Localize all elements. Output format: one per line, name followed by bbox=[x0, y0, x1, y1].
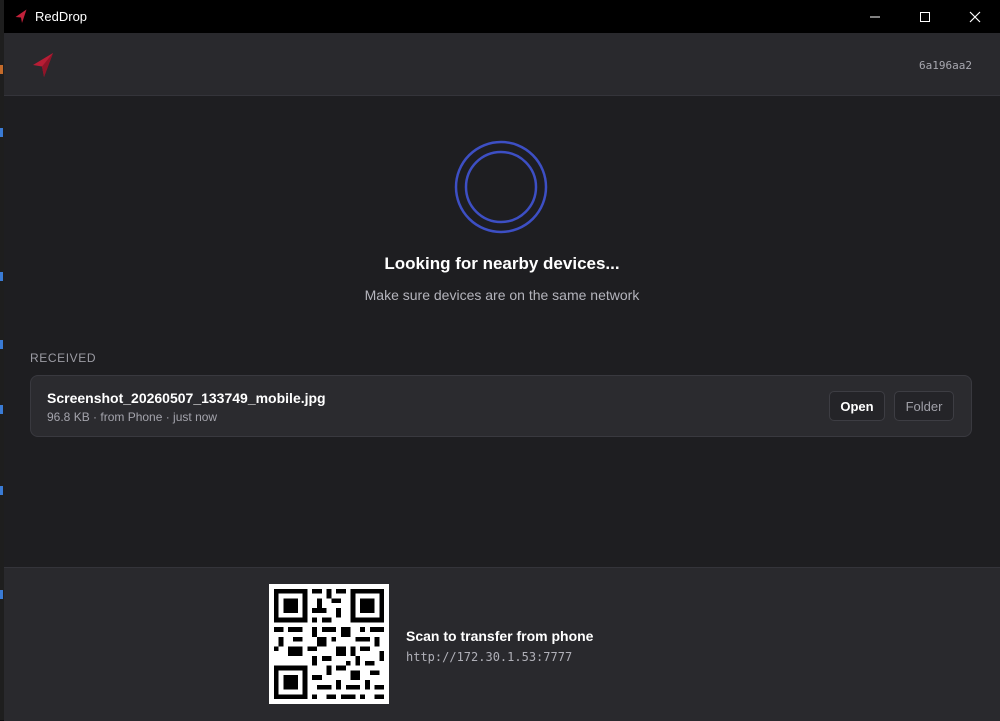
main-panel: Looking for nearby devices... Make sure … bbox=[4, 96, 1000, 567]
file-meta: 96.8 KB · from Phone · just now bbox=[47, 410, 218, 424]
maximize-icon bbox=[920, 11, 930, 22]
reddrop-window: RedDrop 6a196aa2 Looking for nearby devi… bbox=[4, 0, 1000, 721]
qr-code-icon bbox=[269, 584, 389, 704]
qr-transfer-panel: Scan to transfer from phone http://172.3… bbox=[4, 567, 1000, 721]
discovery-title: Looking for nearby devices... bbox=[384, 254, 620, 273]
app-header: 6a196aa2 bbox=[4, 33, 1000, 96]
open-folder-button[interactable]: Folder bbox=[894, 391, 954, 421]
minimize-button[interactable] bbox=[850, 0, 900, 33]
received-section-label: RECEIVED bbox=[30, 351, 97, 365]
close-button[interactable] bbox=[950, 0, 1000, 33]
discovery-subtitle: Make sure devices are on the same networ… bbox=[364, 287, 640, 303]
received-file-item: Screenshot_20260507_133749_mobile.jpg 96… bbox=[30, 375, 972, 437]
file-name: Screenshot_20260507_133749_mobile.jpg bbox=[47, 390, 326, 406]
server-url[interactable]: http://172.30.1.53:7777 bbox=[406, 650, 572, 664]
reddrop-logo-icon bbox=[33, 53, 53, 77]
scan-title: Scan to transfer from phone bbox=[406, 628, 594, 644]
maximize-button[interactable] bbox=[900, 0, 950, 33]
radar-icon bbox=[454, 140, 548, 234]
open-file-button[interactable]: Open bbox=[829, 391, 885, 421]
minimize-icon bbox=[870, 16, 880, 17]
reddrop-logo-icon bbox=[15, 9, 27, 23]
window-title: RedDrop bbox=[35, 9, 88, 24]
title-bar[interactable]: RedDrop bbox=[4, 0, 1000, 33]
close-icon bbox=[969, 11, 981, 22]
device-id: 6a196aa2 bbox=[919, 59, 972, 72]
